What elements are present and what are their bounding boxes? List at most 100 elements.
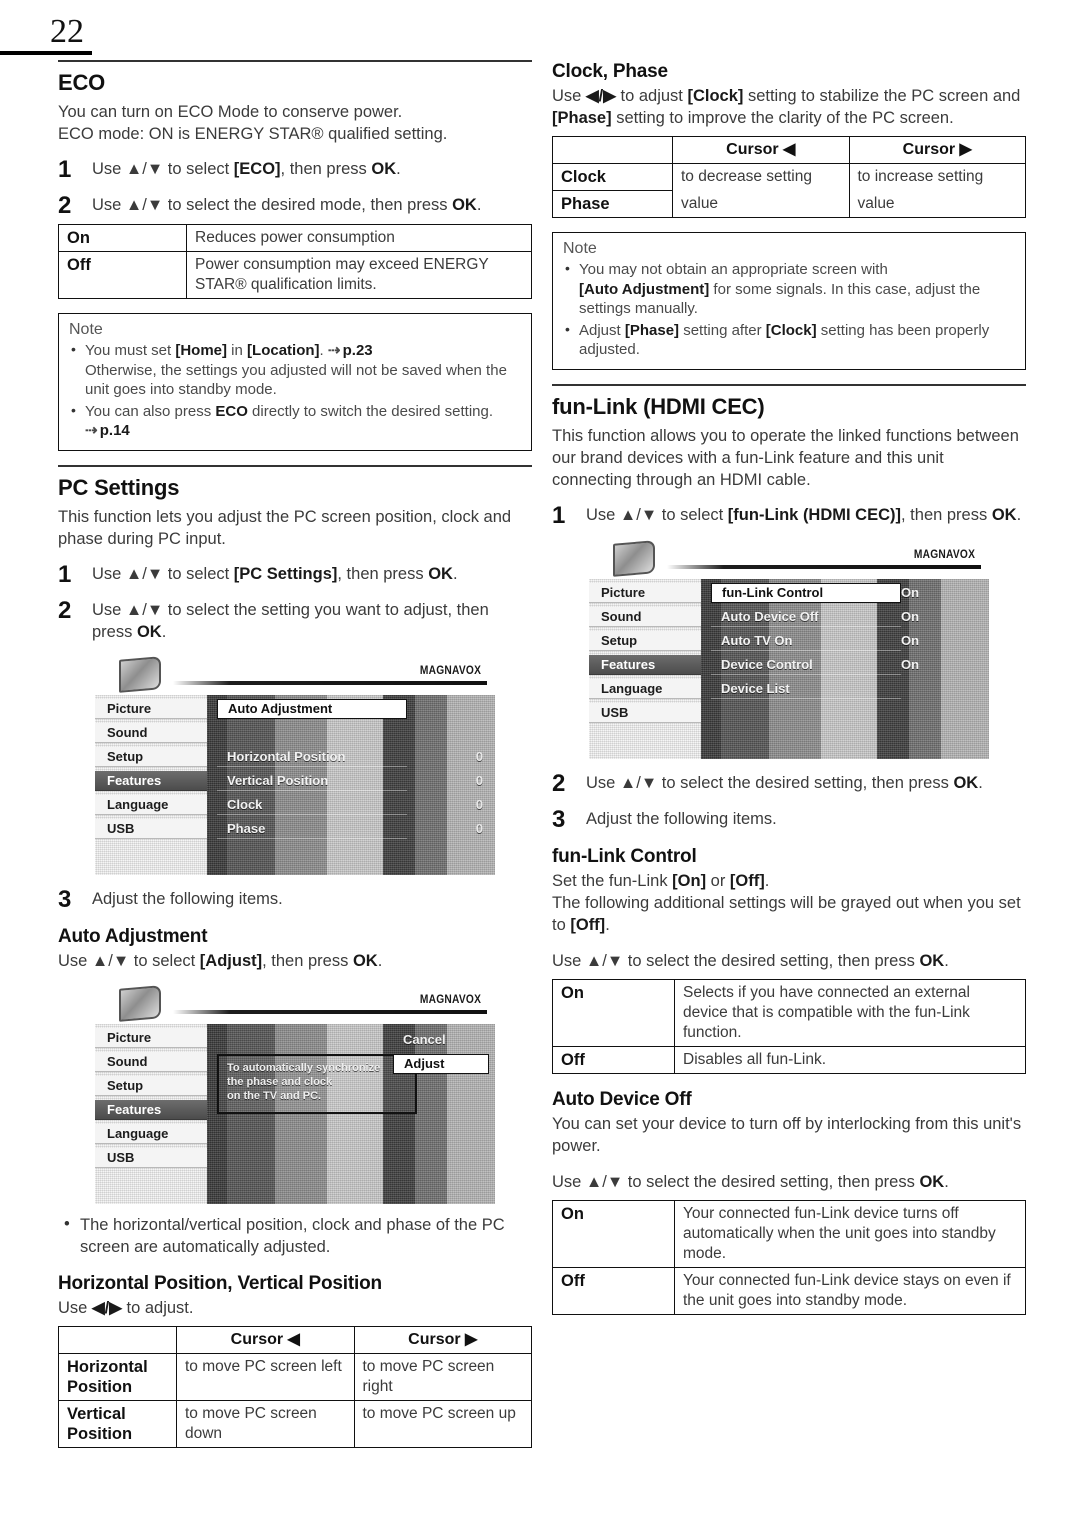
- funlink-section-rule: [552, 383, 1026, 386]
- value-device-list: [901, 679, 961, 699]
- funlink-step-3: 3 Adjust the following items.: [552, 805, 1026, 833]
- tv-screen-icon: [613, 539, 655, 577]
- sidebar-item-sound[interactable]: Sound: [589, 606, 701, 627]
- table-row: Horizontal Position to move PC screen le…: [58, 1352, 532, 1401]
- funlink-heading: fun-Link (HDMI CEC): [552, 393, 765, 419]
- tv-osd-menu-list: Auto Adjustment Horizontal Position Vert…: [217, 698, 407, 843]
- funlink-step-1: 1 Use ▲/▼ to select [fun-Link (HDMI CEC)…: [552, 503, 1026, 527]
- tv-header-bar: [173, 680, 487, 685]
- tv-osd-sidebar: Picture Sound Setup Features Language US…: [95, 1024, 207, 1204]
- auto-adjustment-line: Use ▲/▼ to select [Adjust], then press O…: [58, 951, 383, 970]
- eco-row-on-label: On: [58, 224, 187, 252]
- tv-osd-header: MAGNAVOX: [589, 536, 989, 579]
- auto-adjustment-heading: Auto Adjustment: [58, 925, 208, 947]
- funlink-control-line-1: Set the fun-Link [On] or [Off].: [552, 871, 770, 890]
- menu-item-clock[interactable]: Clock: [217, 795, 407, 815]
- value-horizontal-position: 0: [475, 748, 483, 764]
- eco-heading: ECO: [58, 70, 106, 95]
- tv-osd-body: Picture Sound Setup Features Language US…: [589, 578, 989, 759]
- sidebar-item-language[interactable]: Language: [589, 678, 701, 699]
- menu-item-device-list[interactable]: Device List: [711, 679, 901, 699]
- funlink-step-3-number: 3: [552, 805, 566, 833]
- eco-step-1-mid: , then press: [280, 160, 372, 178]
- eco-step-1-bold-eco: [ECO]: [233, 160, 281, 178]
- menu-item-auto-tv-on[interactable]: Auto TV On: [711, 631, 901, 651]
- sidebar-item-setup[interactable]: Setup: [95, 1075, 207, 1096]
- hv-row-horizontal-label: Horizontal Position: [58, 1352, 177, 1401]
- sidebar-item-usb[interactable]: USB: [95, 1147, 207, 1168]
- sidebar-item-picture[interactable]: Picture: [589, 582, 701, 603]
- brand-logo: MAGNAVOX: [419, 662, 481, 677]
- page-number: 22: [50, 13, 84, 50]
- value-device-control: On: [901, 656, 920, 672]
- clock-phase-note-heading: Note: [563, 240, 597, 257]
- sidebar-item-setup[interactable]: Setup: [589, 630, 701, 651]
- funlink-control-line-2: The following additional settings will b…: [552, 893, 1021, 934]
- clock-phase-note-item-1: You may not obtain an appropriate screen…: [563, 259, 1015, 319]
- eco-options-table: On Reduces power consumption Off Power c…: [58, 224, 532, 299]
- eco-row-off-desc: Power consumption may exceed ENERGY STAR…: [186, 251, 532, 299]
- hv-row-vertical-right: to move PC screen up: [353, 1399, 532, 1448]
- clock-phase-intro: Use ◀/▶ to adjust [Clock] setting to sta…: [552, 87, 1021, 127]
- pc-settings-step-3: 3 Adjust the following items.: [58, 887, 532, 911]
- hv-row-vertical-label: Vertical Position: [58, 1399, 177, 1448]
- sidebar-item-language[interactable]: Language: [95, 1123, 207, 1144]
- value-auto-adjustment: [435, 699, 491, 719]
- table-row: Phase value value: [552, 190, 1026, 218]
- cancel-button[interactable]: Cancel: [393, 1030, 489, 1050]
- tv-screen-icon: [119, 984, 161, 1022]
- menu-item-phase[interactable]: Phase: [217, 819, 407, 839]
- fc-row-on-desc: Selects if you have connected an externa…: [674, 978, 1026, 1047]
- sidebar-item-language[interactable]: Language: [95, 794, 207, 815]
- cp-row-phase-label: Phase: [552, 190, 673, 218]
- tv-header-bar: [173, 1009, 487, 1014]
- adjust-button[interactable]: Adjust: [393, 1053, 489, 1074]
- eco-intro-line-1: You can turn on ECO Mode to conserve pow…: [58, 103, 403, 121]
- table-row: Vertical Position to move PC screen down…: [58, 1399, 532, 1448]
- sidebar-item-usb[interactable]: USB: [95, 818, 207, 839]
- sidebar-item-picture[interactable]: Picture: [95, 698, 207, 719]
- pc-settings-step-1-text: Use ▲/▼ to select [PC Settings], then pr…: [92, 564, 458, 583]
- clock-phase-note-box: Note You may not obtain an appropriate s…: [552, 232, 1026, 370]
- pc-settings-step-2: 2 Use ▲/▼ to select the setting you want…: [58, 596, 532, 643]
- sidebar-item-sound[interactable]: Sound: [95, 722, 207, 743]
- value-auto-device-off: On: [901, 608, 920, 624]
- pc-settings-step-2-number: 2: [58, 596, 72, 624]
- table-row: Off Disables all fun-Link.: [552, 1045, 1026, 1074]
- value-clock: 0: [475, 796, 483, 812]
- pc-settings-step-2-text: Use ▲/▼ to select the setting you want t…: [92, 600, 489, 641]
- tv-header-bar: [667, 564, 981, 569]
- ado-row-off-desc: Your connected fun-Link device stays on …: [674, 1266, 1026, 1315]
- hv-position-table: Cursor ◀ Cursor ▶ Horizontal Position to…: [58, 1325, 532, 1448]
- tv-osd-values: 0 0 0 0: [435, 699, 491, 843]
- sidebar-item-features[interactable]: Features: [95, 1099, 207, 1120]
- sidebar-item-setup[interactable]: Setup: [95, 746, 207, 767]
- tv-screen-icon: [119, 655, 161, 693]
- sidebar-item-sound[interactable]: Sound: [95, 1051, 207, 1072]
- hv-position-heading: Horizontal Position, Vertical Position: [58, 1272, 382, 1294]
- menu-item-horizontal-position[interactable]: Horizontal Position: [217, 747, 407, 767]
- menu-item-device-control[interactable]: Device Control: [711, 655, 901, 675]
- tooltip-line-3: on the TV and PC.: [227, 1089, 322, 1102]
- menu-item-auto-adjustment[interactable]: Auto Adjustment: [217, 698, 407, 719]
- sidebar-item-usb[interactable]: USB: [589, 702, 701, 723]
- fc-row-on-label: On: [552, 978, 675, 1047]
- eco-step-1-post: .: [396, 160, 401, 178]
- menu-item-funlink-control[interactable]: fun-Link Control: [711, 582, 901, 603]
- sidebar-item-features[interactable]: Features: [589, 654, 701, 675]
- cp-header-cursor-left: Cursor ◀: [672, 136, 850, 164]
- clock-phase-table: Cursor ◀ Cursor ▶ Clock to decrease sett…: [552, 136, 1026, 218]
- tv-osd-auto-adjustment: MAGNAVOX Picture Sound Setup Features La…: [95, 981, 495, 1204]
- menu-item-vertical-position[interactable]: Vertical Position: [217, 771, 407, 791]
- sidebar-item-features[interactable]: Features: [95, 770, 207, 791]
- pc-settings-step-1: 1 Use ▲/▼ to select [PC Settings], then …: [58, 562, 532, 586]
- eco-step-1-text: Use ▲/▼ to select [ECO], then press OK.: [92, 158, 532, 180]
- cp-header-blank: [552, 136, 673, 164]
- eco-step-2-pre: Use ▲/▼ to select the desired mode, then…: [92, 196, 453, 214]
- auto-device-off-intro: You can set your device to turn off by i…: [552, 1114, 1022, 1155]
- pc-settings-intro: This function lets you adjust the PC scr…: [58, 507, 512, 548]
- sidebar-item-picture[interactable]: Picture: [95, 1027, 207, 1048]
- menu-item-auto-device-off[interactable]: Auto Device Off: [711, 607, 901, 627]
- cp-row-clock-label: Clock: [552, 163, 673, 191]
